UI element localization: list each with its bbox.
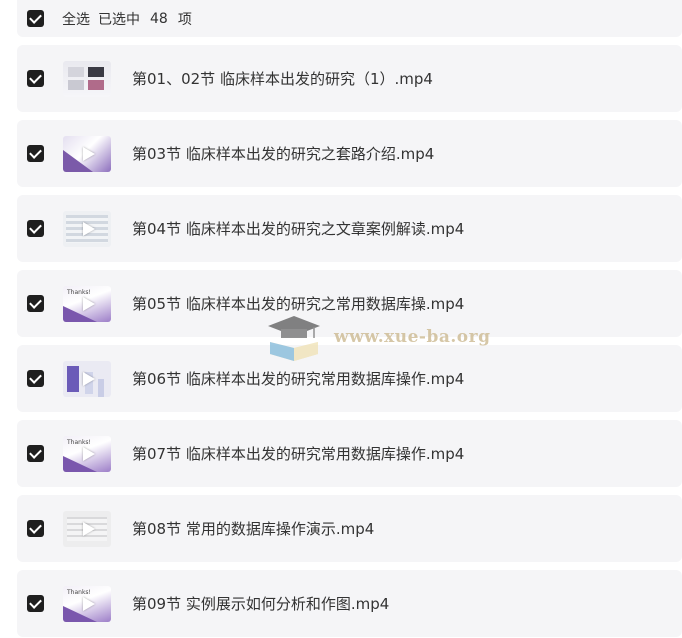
file-row[interactable]: 第01、02节 临床样本出发的研究（1）.mp4 bbox=[17, 45, 682, 112]
file-name[interactable]: 第05节 临床样本出发的研究之常用数据库操.mp4 bbox=[132, 293, 464, 314]
video-thumbnail[interactable] bbox=[63, 135, 111, 172]
file-row[interactable]: 第09节 实例展示如何分析和作图.mp4 bbox=[17, 570, 682, 637]
selected-prefix: 已选中 bbox=[98, 11, 140, 28]
file-checkbox[interactable] bbox=[27, 70, 44, 87]
file-name[interactable]: 第03节 临床样本出发的研究之套路介绍.mp4 bbox=[132, 143, 434, 164]
file-row[interactable]: 第08节 常用的数据库操作演示.mp4 bbox=[17, 495, 682, 562]
play-icon bbox=[83, 521, 95, 536]
video-thumbnail[interactable] bbox=[63, 585, 111, 622]
file-checkbox[interactable] bbox=[27, 595, 44, 612]
file-selection-page: 全选 已选中 48 项 第01、02节 临床样本出发的研究（1）.mp4 第03… bbox=[0, 0, 682, 638]
video-thumbnail[interactable] bbox=[63, 285, 111, 322]
play-icon bbox=[83, 596, 95, 611]
file-row[interactable]: 第07节 临床样本出发的研究常用数据库操作.mp4 bbox=[17, 420, 682, 487]
file-checkbox[interactable] bbox=[27, 520, 44, 537]
file-name[interactable]: 第04节 临床样本出发的研究之文章案例解读.mp4 bbox=[132, 218, 464, 239]
file-checkbox[interactable] bbox=[27, 445, 44, 462]
file-row[interactable]: 第04节 临床样本出发的研究之文章案例解读.mp4 bbox=[17, 195, 682, 262]
file-name[interactable]: 第06节 临床样本出发的研究常用数据库操作.mp4 bbox=[132, 368, 464, 389]
video-thumbnail[interactable] bbox=[63, 210, 111, 247]
file-name[interactable]: 第07节 临床样本出发的研究常用数据库操作.mp4 bbox=[132, 443, 464, 464]
file-name[interactable]: 第09节 实例展示如何分析和作图.mp4 bbox=[132, 593, 389, 614]
file-list: 第01、02节 临床样本出发的研究（1）.mp4 第03节 临床样本出发的研究之… bbox=[17, 45, 682, 638]
play-icon bbox=[83, 221, 95, 236]
video-thumbnail[interactable] bbox=[63, 510, 111, 547]
video-thumbnail[interactable] bbox=[63, 360, 111, 397]
file-checkbox[interactable] bbox=[27, 370, 44, 387]
selected-count: 48 bbox=[150, 10, 168, 27]
file-checkbox[interactable] bbox=[27, 295, 44, 312]
video-thumbnail[interactable] bbox=[63, 435, 111, 472]
select-all-checkbox[interactable] bbox=[27, 10, 44, 27]
select-all-bar: 全选 已选中 48 项 bbox=[17, 0, 682, 37]
select-all-label[interactable]: 全选 bbox=[62, 9, 90, 29]
play-icon bbox=[83, 146, 95, 161]
play-icon bbox=[83, 371, 95, 386]
video-thumbnail[interactable] bbox=[63, 60, 111, 97]
file-row[interactable]: 第06节 临床样本出发的研究常用数据库操作.mp4 bbox=[17, 345, 682, 412]
selected-suffix: 项 bbox=[177, 11, 192, 28]
file-row[interactable]: 第05节 临床样本出发的研究之常用数据库操.mp4 bbox=[17, 270, 682, 337]
file-checkbox[interactable] bbox=[27, 220, 44, 237]
play-icon bbox=[83, 446, 95, 461]
file-row[interactable]: 第03节 临床样本出发的研究之套路介绍.mp4 bbox=[17, 120, 682, 187]
file-checkbox[interactable] bbox=[27, 145, 44, 162]
play-icon bbox=[83, 296, 95, 311]
selection-summary: 全选 已选中 48 项 bbox=[62, 9, 192, 29]
file-name[interactable]: 第01、02节 临床样本出发的研究（1）.mp4 bbox=[132, 68, 433, 89]
file-name[interactable]: 第08节 常用的数据库操作演示.mp4 bbox=[132, 518, 374, 539]
